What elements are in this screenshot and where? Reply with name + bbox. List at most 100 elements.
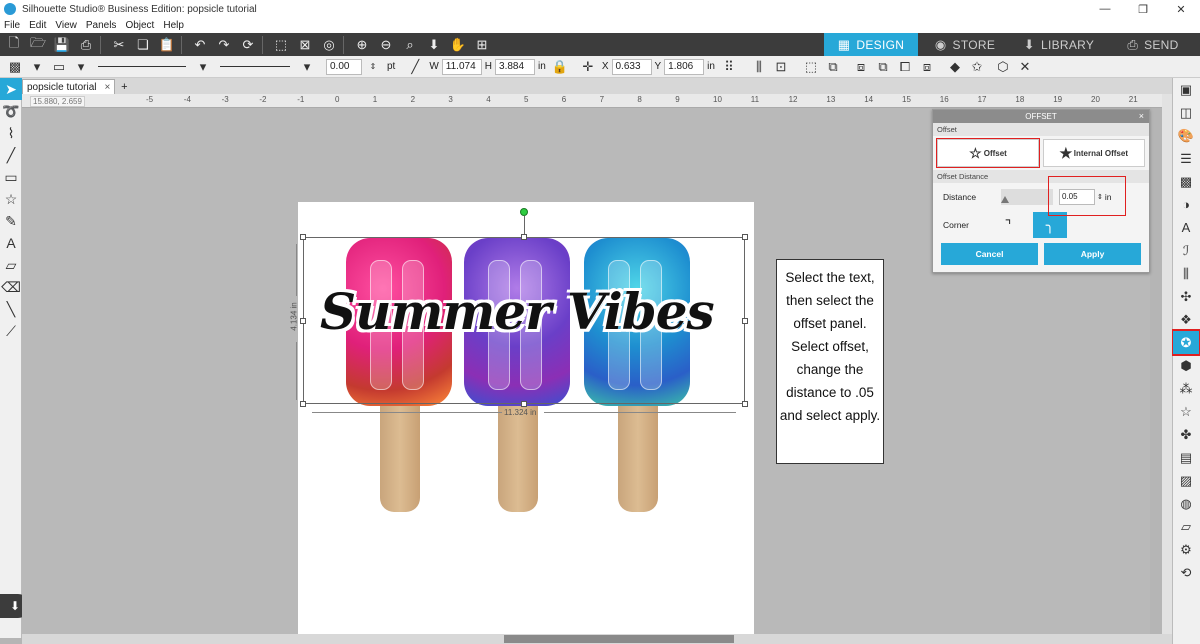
restore-icon[interactable]: ❐	[1124, 0, 1162, 18]
align-icon[interactable]: ⫼	[750, 58, 768, 76]
eyedropper-tool-icon[interactable]: ⟋	[0, 320, 22, 342]
resize-handle[interactable]	[521, 401, 527, 407]
rectangle-style-icon[interactable]: ▭	[50, 58, 68, 76]
pencil-tool-icon[interactable]: ✎	[0, 210, 22, 232]
cut-icon[interactable]: ✂	[109, 35, 129, 55]
transform-icon[interactable]: ✣	[1173, 285, 1199, 308]
text-tool-icon[interactable]: A	[0, 232, 22, 254]
layers-icon[interactable]: ▤	[1173, 446, 1199, 469]
dropdown-icon[interactable]: ▾	[194, 58, 212, 76]
line-style-select[interactable]	[98, 66, 186, 67]
star-outline-icon[interactable]: ✩	[968, 58, 986, 76]
summer-vibes-text[interactable]: Summer Vibes	[320, 282, 715, 341]
eraser-tool-icon[interactable]: ⌫	[0, 276, 22, 298]
curve-tool-icon[interactable]: ⌇	[0, 122, 22, 144]
cancel-button[interactable]: Cancel	[941, 243, 1038, 265]
resize-handle[interactable]	[300, 401, 306, 407]
rectangle-tool-icon[interactable]: ▭	[0, 166, 22, 188]
close-panel-icon[interactable]: ×	[1139, 111, 1144, 121]
arrange-front-icon[interactable]: ⧈	[852, 58, 870, 76]
width-input[interactable]: 11.074	[441, 58, 482, 75]
trace-icon[interactable]: ◎	[319, 35, 339, 55]
save-icon[interactable]: 💾	[52, 35, 72, 55]
arrange-forward-icon[interactable]: ⧉	[874, 58, 892, 76]
apply-button[interactable]: Apply	[1044, 243, 1141, 265]
dropdown-icon[interactable]: ▾	[72, 58, 90, 76]
vertical-scrollbar[interactable]	[1162, 94, 1172, 634]
menu-help[interactable]: Help	[163, 20, 184, 31]
knife-tool-icon[interactable]: ▱	[0, 254, 22, 276]
text-style-icon[interactable]: A	[1173, 216, 1199, 239]
pointer-tool-icon[interactable]: ➤	[0, 78, 22, 100]
page-setup-icon[interactable]: ▣	[1173, 78, 1199, 101]
offset-panel-icon[interactable]: ✪	[1171, 329, 1200, 356]
dropdown-icon[interactable]: ▾	[28, 58, 46, 76]
x-input[interactable]: 0.633	[611, 58, 652, 75]
stepper-icon[interactable]: ⇕	[364, 58, 382, 76]
fill-pattern-icon[interactable]: ▩	[6, 58, 24, 76]
menu-panels[interactable]: Panels	[86, 20, 117, 31]
zoom-in-icon[interactable]: ⊕	[352, 35, 372, 55]
horizontal-scrollbar[interactable]	[22, 634, 1172, 644]
arrange-backward-icon[interactable]: ⧈	[918, 58, 936, 76]
page[interactable]: Summer Vibes 11.324 in 4.134 in	[290, 202, 754, 634]
3d-box-icon[interactable]: ⬡	[994, 58, 1012, 76]
close-icon[interactable]: ✕	[1162, 0, 1200, 18]
sketch-icon[interactable]: ▨	[1173, 469, 1199, 492]
center-icon[interactable]: ⊡	[772, 58, 790, 76]
menu-object[interactable]: Object	[125, 20, 154, 31]
arrange-back-icon[interactable]: ⧠	[896, 58, 914, 76]
offset-button[interactable]: ☆ Offset	[936, 138, 1040, 168]
scroll-thumb[interactable]	[504, 635, 734, 643]
internal-offset-button[interactable]: ✭ Internal Offset	[1043, 139, 1145, 167]
line-tool-icon[interactable]: ╱	[406, 58, 424, 76]
line-style-icon[interactable]: ☰	[1173, 147, 1199, 170]
ungroup-icon[interactable]: ⧉	[824, 58, 842, 76]
fit-page-icon[interactable]: ⊞	[472, 35, 492, 55]
y-input[interactable]: 1.806	[664, 58, 705, 75]
resize-handle[interactable]	[742, 234, 748, 240]
fill-panel-icon[interactable]: ▩	[1173, 170, 1199, 193]
line-end-select[interactable]	[220, 66, 290, 67]
tab-design[interactable]: ▦ DESIGN	[824, 33, 918, 56]
paste-icon[interactable]: 📋	[157, 35, 177, 55]
undo-icon[interactable]: ↶	[190, 35, 210, 55]
resize-handle[interactable]	[742, 318, 748, 324]
tab-store[interactable]: ◉ STORE	[918, 33, 1012, 56]
puzzle-icon[interactable]: ✤	[1173, 423, 1199, 446]
resize-handle[interactable]	[521, 234, 527, 240]
resize-handle[interactable]	[742, 401, 748, 407]
resize-handle[interactable]	[300, 234, 306, 240]
pixscan-icon[interactable]: ◫	[1173, 101, 1199, 124]
refresh-icon[interactable]: ⟳	[238, 35, 258, 55]
replicate-icon[interactable]: ❖	[1173, 308, 1199, 331]
pan-hand-icon[interactable]: ✋	[448, 35, 468, 55]
move-icon[interactable]: ✛	[579, 58, 597, 76]
sparkle-icon[interactable]: ⁂	[1173, 377, 1199, 400]
zoom-select-icon[interactable]: ⌕	[400, 35, 420, 55]
dropdown-icon[interactable]: ▾	[298, 58, 316, 76]
copy-icon[interactable]: ❏	[133, 35, 153, 55]
palette-icon[interactable]: 🎨	[1173, 124, 1199, 147]
settings-icon[interactable]: ⚙	[1173, 538, 1199, 561]
font-icon[interactable]: ℐ	[1173, 239, 1199, 262]
contrast-icon[interactable]: ◑	[1173, 193, 1199, 216]
minimize-icon[interactable]: —	[1086, 0, 1124, 18]
zoom-out-icon[interactable]: ⊖	[376, 35, 396, 55]
menu-edit[interactable]: Edit	[29, 20, 46, 31]
menu-view[interactable]: View	[55, 20, 77, 31]
paint-bucket-icon[interactable]: ◆	[946, 58, 964, 76]
lock-icon[interactable]: 🔒	[551, 58, 569, 76]
tab-library[interactable]: ⬇ LIBRARY	[1012, 33, 1106, 56]
lasso-tool-icon[interactable]: ➰	[0, 100, 22, 122]
sync-icon[interactable]: ⟲	[1173, 561, 1199, 584]
anchor-grid-icon[interactable]: ⠿	[720, 58, 738, 76]
star-tool-icon[interactable]: ☆	[0, 188, 22, 210]
move-down-icon[interactable]: ⬇	[424, 35, 444, 55]
line-tool-icon[interactable]: ╱	[0, 144, 22, 166]
tab-send[interactable]: ⎙ SEND	[1106, 33, 1200, 56]
globe-icon[interactable]: ◍	[1173, 492, 1199, 515]
close-tab-icon[interactable]: ×	[104, 82, 110, 93]
new-icon[interactable]: 🗋	[4, 35, 24, 55]
align-panel-icon[interactable]: ⫼	[1173, 262, 1199, 285]
